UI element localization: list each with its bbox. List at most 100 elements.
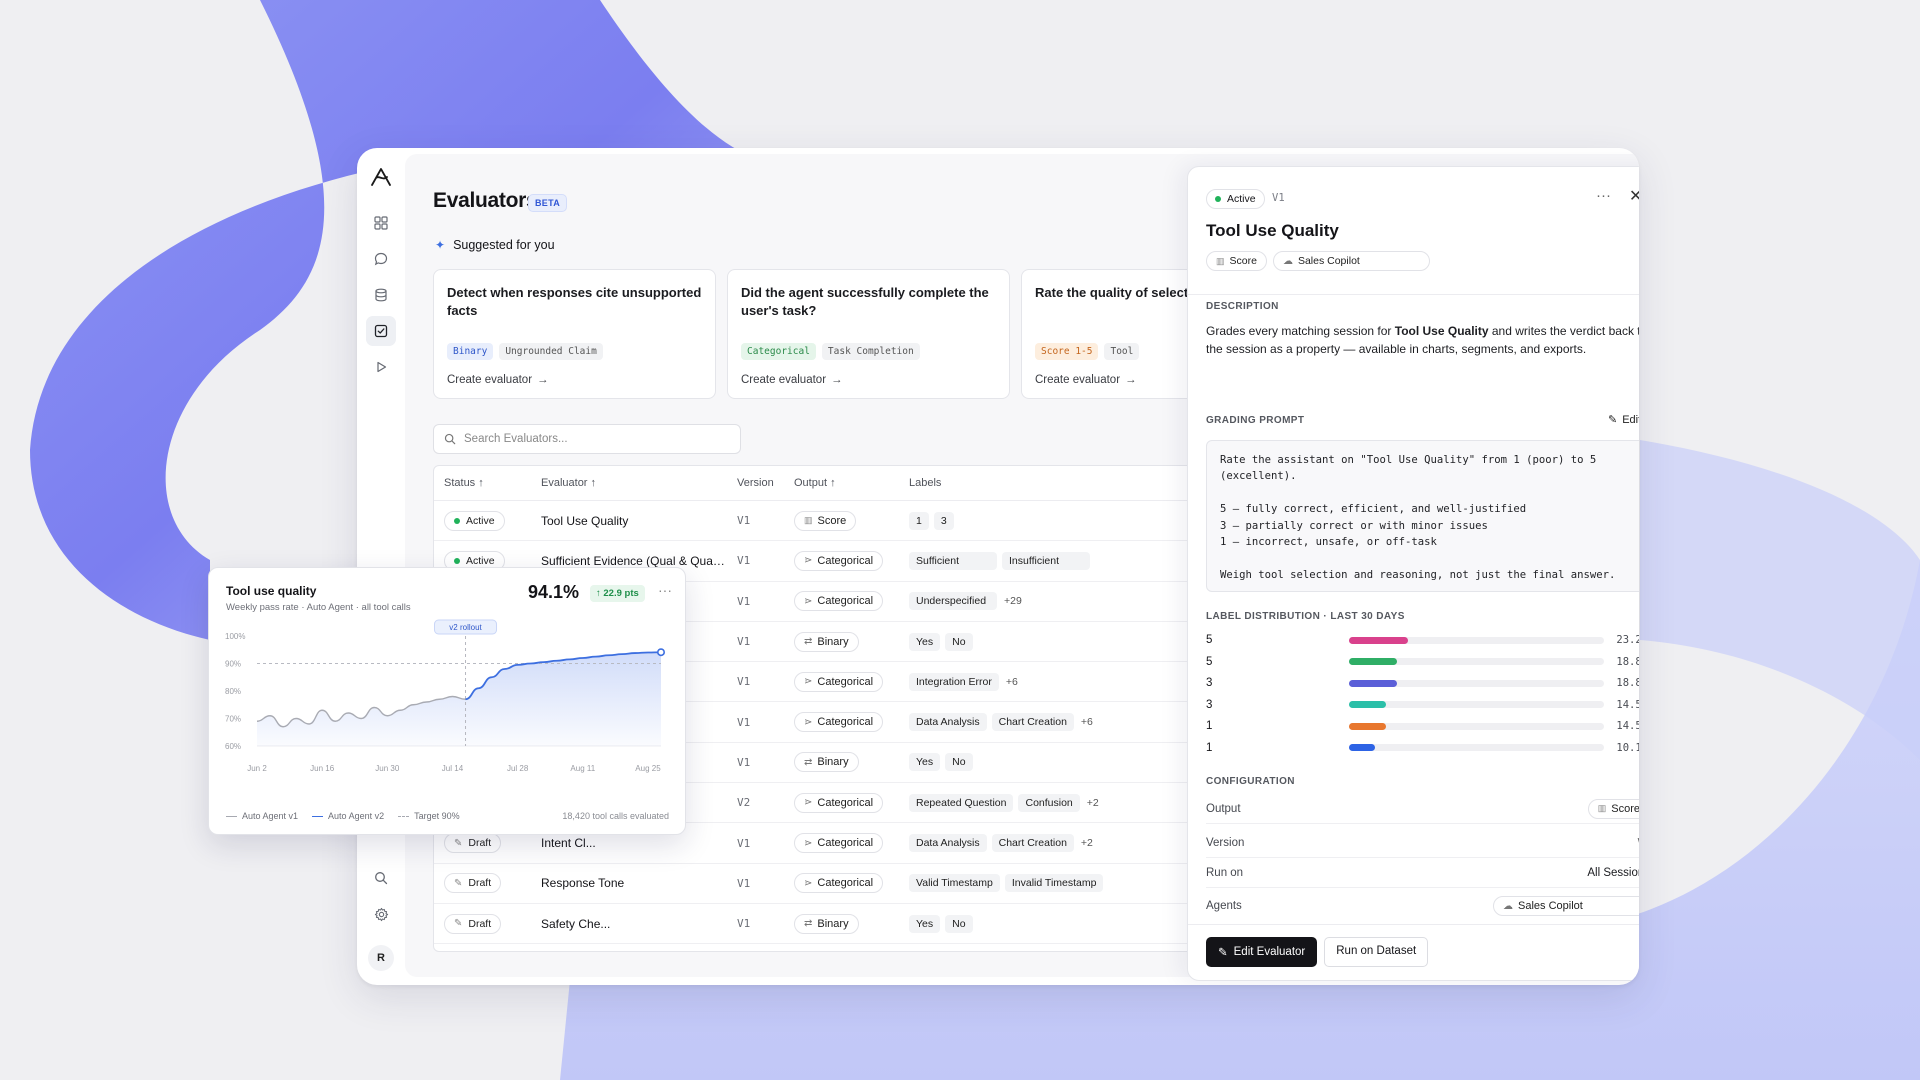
branch-icon: ⋗ [804,716,813,728]
evaluator-name[interactable]: Tool Use Quality [541,514,737,528]
y-tick-label: 60% [225,742,241,751]
search-icon [444,433,456,445]
main-content: Evaluators BETA ✦ Suggested for you Dete… [405,154,1639,981]
evaluator-detail-panel: Active V1 ··· ✕ Tool Use Quality ▥ Score … [1187,166,1639,981]
config-value: All Sessions [1587,866,1639,879]
output-label: Categorical [817,837,874,850]
prompt-heading: GRADING PROMPT [1206,415,1305,426]
legend-label: Auto Agent v2 [328,811,385,821]
create-evaluator-link[interactable]: Create evaluator → [447,374,702,386]
legend-label: Auto Agent v1 [242,811,299,821]
table-row[interactable]: ✎ Draft Response Tone V1 ⋗ Categorical Val… [434,864,1212,904]
chat-icon[interactable] [366,244,396,274]
config-key: Agents [1206,900,1242,912]
create-evaluator-link[interactable]: Create evaluator → [1035,374,1178,386]
output-label: Binary [817,635,849,648]
edit-prompt-button[interactable]: ✎ Edit [1608,413,1639,427]
suggestion-title: Did the agent successfully complete the … [741,285,989,318]
y-tick-label: 100% [225,632,245,641]
status-badge: ✎ Draft [444,873,502,894]
close-icon[interactable]: ✕ [1629,186,1639,206]
col-evaluator[interactable]: Evaluator ↑ [541,477,737,489]
label-chip: Insufficient [1002,551,1090,570]
agent-chip-label: Sales Copilot [1297,255,1360,267]
output-chip: ⋗ Categorical [794,833,884,854]
suggested-heading: ✦ Suggested for you [435,238,555,252]
table-row[interactable]: ✎ Draft Safety Che... V1 ⇄ Binary Yes No [434,904,1212,945]
toggle-arrows-icon: ⇄ [804,756,813,768]
suggestion-tag: Binary [447,343,494,360]
legend-item: Auto Agent v1 [226,811,298,821]
table-row[interactable]: Active Tool Use Quality V1 ▥ Score 13 [434,501,1212,542]
distribution-pct: 14.5% [1616,720,1639,732]
dashboard-icon[interactable] [366,208,396,238]
evaluators-icon[interactable] [366,316,396,346]
branch-icon: ⋗ [804,797,813,809]
search-box[interactable] [433,424,741,454]
labels-cell: Data Analysis Chart Creation +2 [909,834,1212,853]
output-chip: ⋗ Categorical [794,873,884,894]
create-evaluator-link[interactable]: Create evaluator → [741,374,996,386]
area-fill [257,652,661,746]
suggestion-tag: Categorical [741,343,816,360]
col-output-label: Output [794,477,828,489]
arrow-right-icon: → [831,374,843,386]
distribution-pct: 10.1% [1616,741,1639,754]
more-labels-count: +6 [1005,675,1018,688]
distribution-row: 3 18.8% [1206,673,1639,693]
beta-badge: BETA [528,194,568,212]
grading-prompt[interactable]: Rate the assistant on "Tool Use Quality"… [1206,440,1639,592]
distribution-label: 3 [1206,677,1213,689]
distribution-label: 5 [1206,655,1213,668]
config-agents-chip: ☁ Sales Copilot [1493,896,1639,916]
output-chip: ⋗ Categorical [794,792,884,813]
x-tick-label: Jul 14 [442,764,464,773]
distribution-pct: 18.8% [1616,677,1639,689]
arrow-up-icon: ↑ [596,588,601,599]
more-options-icon[interactable]: ··· [1596,187,1611,204]
evaluator-name[interactable]: Safety Che... [541,917,737,931]
version-label: V1 [1272,192,1285,204]
suggestion-title: Rate the quality of selection [1035,285,1191,300]
evaluator-name[interactable]: Response Tone [541,876,737,890]
col-output[interactable]: Output ↑ [794,477,909,489]
col-status[interactable]: Status ↑ [434,477,541,489]
output-chip: ⋗ Categorical [794,550,884,571]
edit-evaluator-label: Edit Evaluator [1233,946,1306,958]
more-options-icon[interactable]: ··· [658,582,672,598]
gear-icon[interactable] [366,899,396,929]
config-value: Sales Copilot [1518,900,1583,912]
suggestion-card[interactable]: Detect when responses cite unsupported f… [433,269,716,399]
cloud-icon: ☁ [1503,900,1513,912]
search-icon[interactable] [366,863,396,893]
distribution-bar [1349,744,1375,751]
suggestion-title: Detect when responses cite unsupported f… [447,285,702,318]
distribution-row: 5 23.2% [1206,630,1639,650]
suggestion-card[interactable]: Did the agent successfully complete the … [727,269,1010,399]
chart-footer: 18,420 tool calls evaluated [562,811,669,821]
evaluator-name[interactable]: Intent Cl... [541,836,737,850]
description-part: Grades every matching session for [1206,324,1395,338]
status-badge: ✎ Draft [444,833,502,854]
edit-evaluator-button[interactable]: ✎ Edit Evaluator [1206,937,1318,967]
create-evaluator-label: Create evaluator [447,374,533,386]
search-input[interactable] [464,433,724,445]
output-label: Categorical [817,716,874,729]
toggle-arrows-icon: ⇄ [804,918,813,930]
col-version[interactable]: Version [737,477,794,489]
label-chip: Data Analysis [909,834,987,853]
labels-cell: Yes No [909,914,1212,933]
suggestion-card[interactable]: Rate the quality of selection Score 1-5 … [1021,269,1191,399]
labels-cell: Integration Error +6 [909,672,1212,691]
output-label: Score [817,514,847,527]
run-on-dataset-button[interactable]: Run on Dataset [1324,937,1429,967]
database-icon[interactable] [366,280,396,310]
avatar[interactable]: R [368,945,394,971]
config-value: V1 [1637,837,1639,849]
more-labels-count: +2 [1080,837,1093,850]
play-icon[interactable] [366,352,396,382]
label-chip: Underspecified [909,592,997,611]
col-status-label: Status [444,477,476,489]
evaluator-name[interactable]: Sufficient Evidence (Qual & Quantity) [541,554,737,568]
page-title: Evaluators [433,189,538,212]
